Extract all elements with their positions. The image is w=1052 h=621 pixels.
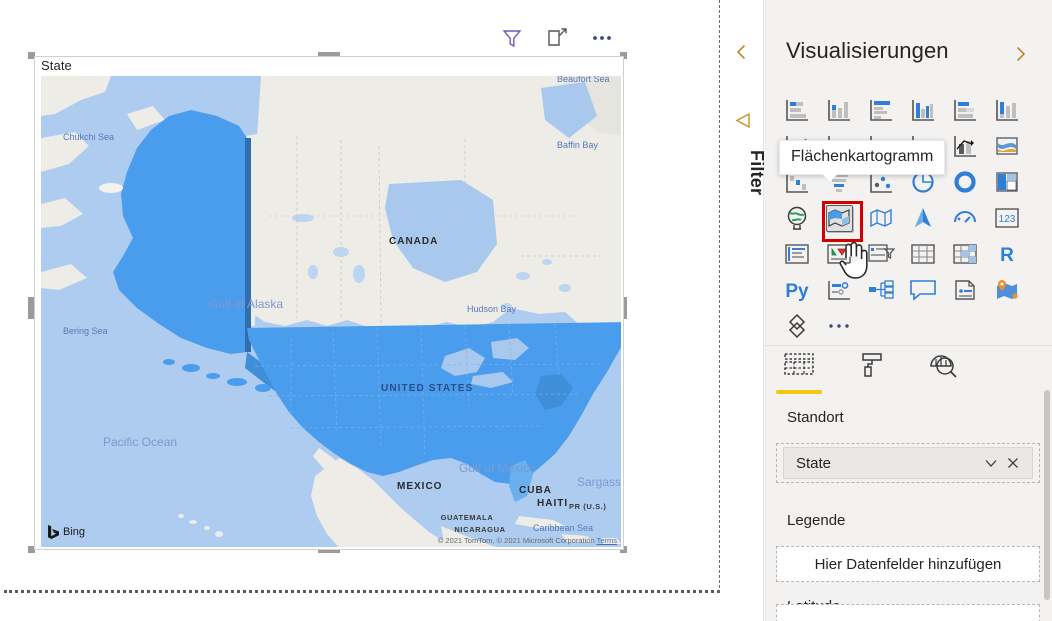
filter-pane-collapsed[interactable]: Filter <box>721 0 767 621</box>
fields-icon <box>783 352 815 383</box>
analytics-tab-indicator <box>920 390 966 394</box>
filter-pane-title: Filter <box>747 150 767 196</box>
bing-label: Bing <box>63 526 86 538</box>
focus-mode-icon[interactable] <box>545 26 569 50</box>
python-visual-icon[interactable]: Py <box>776 272 818 308</box>
attribution-text: © 2021 TomTom, © 2021 Microsoft Corporat… <box>437 536 595 545</box>
pane-divider <box>764 345 1052 346</box>
key-influencers-visual-icon[interactable] <box>818 272 860 308</box>
smart-narrative-visual-icon[interactable] <box>944 272 986 308</box>
line-clustered-column-chart-icon[interactable] <box>944 128 986 164</box>
well-placeholder-legende: Hier Datenfelder hinzufügen <box>814 555 1002 573</box>
qna-visual-icon[interactable] <box>902 272 944 308</box>
donut-chart-icon[interactable] <box>944 164 986 200</box>
stacked-bar-chart-icon[interactable] <box>776 92 818 128</box>
azure-map-visual-icon[interactable] <box>902 200 944 236</box>
filter-icon[interactable] <box>500 26 524 50</box>
clustered-bar-chart-icon[interactable] <box>860 92 902 128</box>
slicer-visual-icon[interactable] <box>860 236 902 272</box>
arcgis-maps-visual-icon[interactable] <box>986 272 1028 308</box>
visual-title: State <box>41 58 72 73</box>
matrix-visual-icon[interactable] <box>944 236 986 272</box>
r-script-visual-icon[interactable]: R <box>986 236 1028 272</box>
filled-map-visual-icon[interactable] <box>818 200 863 242</box>
table-visual-icon[interactable] <box>902 236 944 272</box>
filled-map-icon <box>825 204 853 232</box>
paginated-report-visual-icon[interactable] <box>776 308 818 344</box>
bing-map[interactable]: Beaufort Sea Chukchi Sea Bering Sea Gulf… <box>41 76 621 547</box>
format-tab[interactable] <box>848 352 894 394</box>
chevron-right-icon[interactable] <box>1010 44 1030 64</box>
visualizations-pane: Visualisierungen 123 R Py Standort State… <box>764 0 1052 621</box>
100-stacked-column-chart-icon[interactable] <box>986 92 1028 128</box>
bing-glyph-icon <box>48 525 59 539</box>
remove-field-icon[interactable] <box>1002 452 1024 474</box>
terms-link[interactable]: Terms <box>597 536 617 545</box>
field-pill-state[interactable]: State <box>783 447 1033 479</box>
visualizations-pane-title: Visualisierungen <box>786 38 949 63</box>
svg-text:R: R <box>1000 245 1014 266</box>
well-label-standort: Standort <box>787 409 844 426</box>
map-visual-icon[interactable] <box>776 200 818 236</box>
paint-roller-icon <box>857 352 885 383</box>
map-attribution: © 2021 TomTom, © 2021 Microsoft Corporat… <box>438 536 617 545</box>
power-bi-report-view: State Beaufort Sea Chukchi Sea Bering Se… <box>0 0 1052 621</box>
gauge-visual-icon[interactable] <box>944 200 986 236</box>
card-visual-icon[interactable]: 123 <box>986 200 1028 236</box>
shape-map-visual-icon[interactable] <box>860 200 902 236</box>
clustered-column-chart-icon[interactable] <box>902 92 944 128</box>
ribbon-chart-icon[interactable] <box>986 128 1028 164</box>
stacked-column-chart-icon[interactable] <box>818 92 860 128</box>
well-legende[interactable]: Hier Datenfelder hinzufügen <box>776 546 1040 582</box>
fields-tab[interactable] <box>776 352 822 394</box>
filter-icon[interactable] <box>731 110 753 132</box>
format-tab-indicator <box>848 390 894 394</box>
multi-row-card-visual-icon[interactable] <box>776 236 818 272</box>
fields-tab-indicator <box>776 390 822 394</box>
svg-text:123: 123 <box>999 214 1016 225</box>
well-label-legende: Legende <box>787 512 846 529</box>
100-stacked-bar-chart-icon[interactable] <box>944 92 986 128</box>
analytics-magnifier-icon <box>928 352 958 383</box>
more-options-icon[interactable] <box>590 26 614 50</box>
well-standort[interactable]: State <box>776 443 1040 483</box>
treemap-chart-icon[interactable] <box>986 164 1028 200</box>
visual-type-tooltip: Flächenkartogramm <box>779 140 946 181</box>
field-pill-label: State <box>796 454 832 472</box>
map-geometry <box>41 76 621 547</box>
visual-header-toolbar[interactable] <box>500 26 614 50</box>
bing-logo[interactable]: Bing <box>48 525 85 539</box>
well-latitude[interactable] <box>776 604 1040 621</box>
field-pane-tabs[interactable] <box>776 352 966 394</box>
chevron-left-icon[interactable] <box>732 42 752 62</box>
analytics-tab[interactable] <box>920 352 966 394</box>
chevron-down-icon[interactable] <box>980 452 1002 474</box>
decomposition-tree-visual-icon[interactable] <box>860 272 902 308</box>
kpi-visual-icon[interactable] <box>818 236 860 272</box>
report-canvas[interactable]: State Beaufort Sea Chukchi Sea Bering Se… <box>0 0 720 621</box>
pane-scrollbar[interactable] <box>1044 390 1050 600</box>
more-visuals-ellipsis-icon[interactable] <box>818 308 860 344</box>
svg-text:Py: Py <box>785 281 809 302</box>
filled-map-visual-container[interactable]: State Beaufort Sea Chukchi Sea Bering Se… <box>34 56 624 550</box>
visual-type-gallery[interactable]: 123 R Py <box>776 92 1040 344</box>
